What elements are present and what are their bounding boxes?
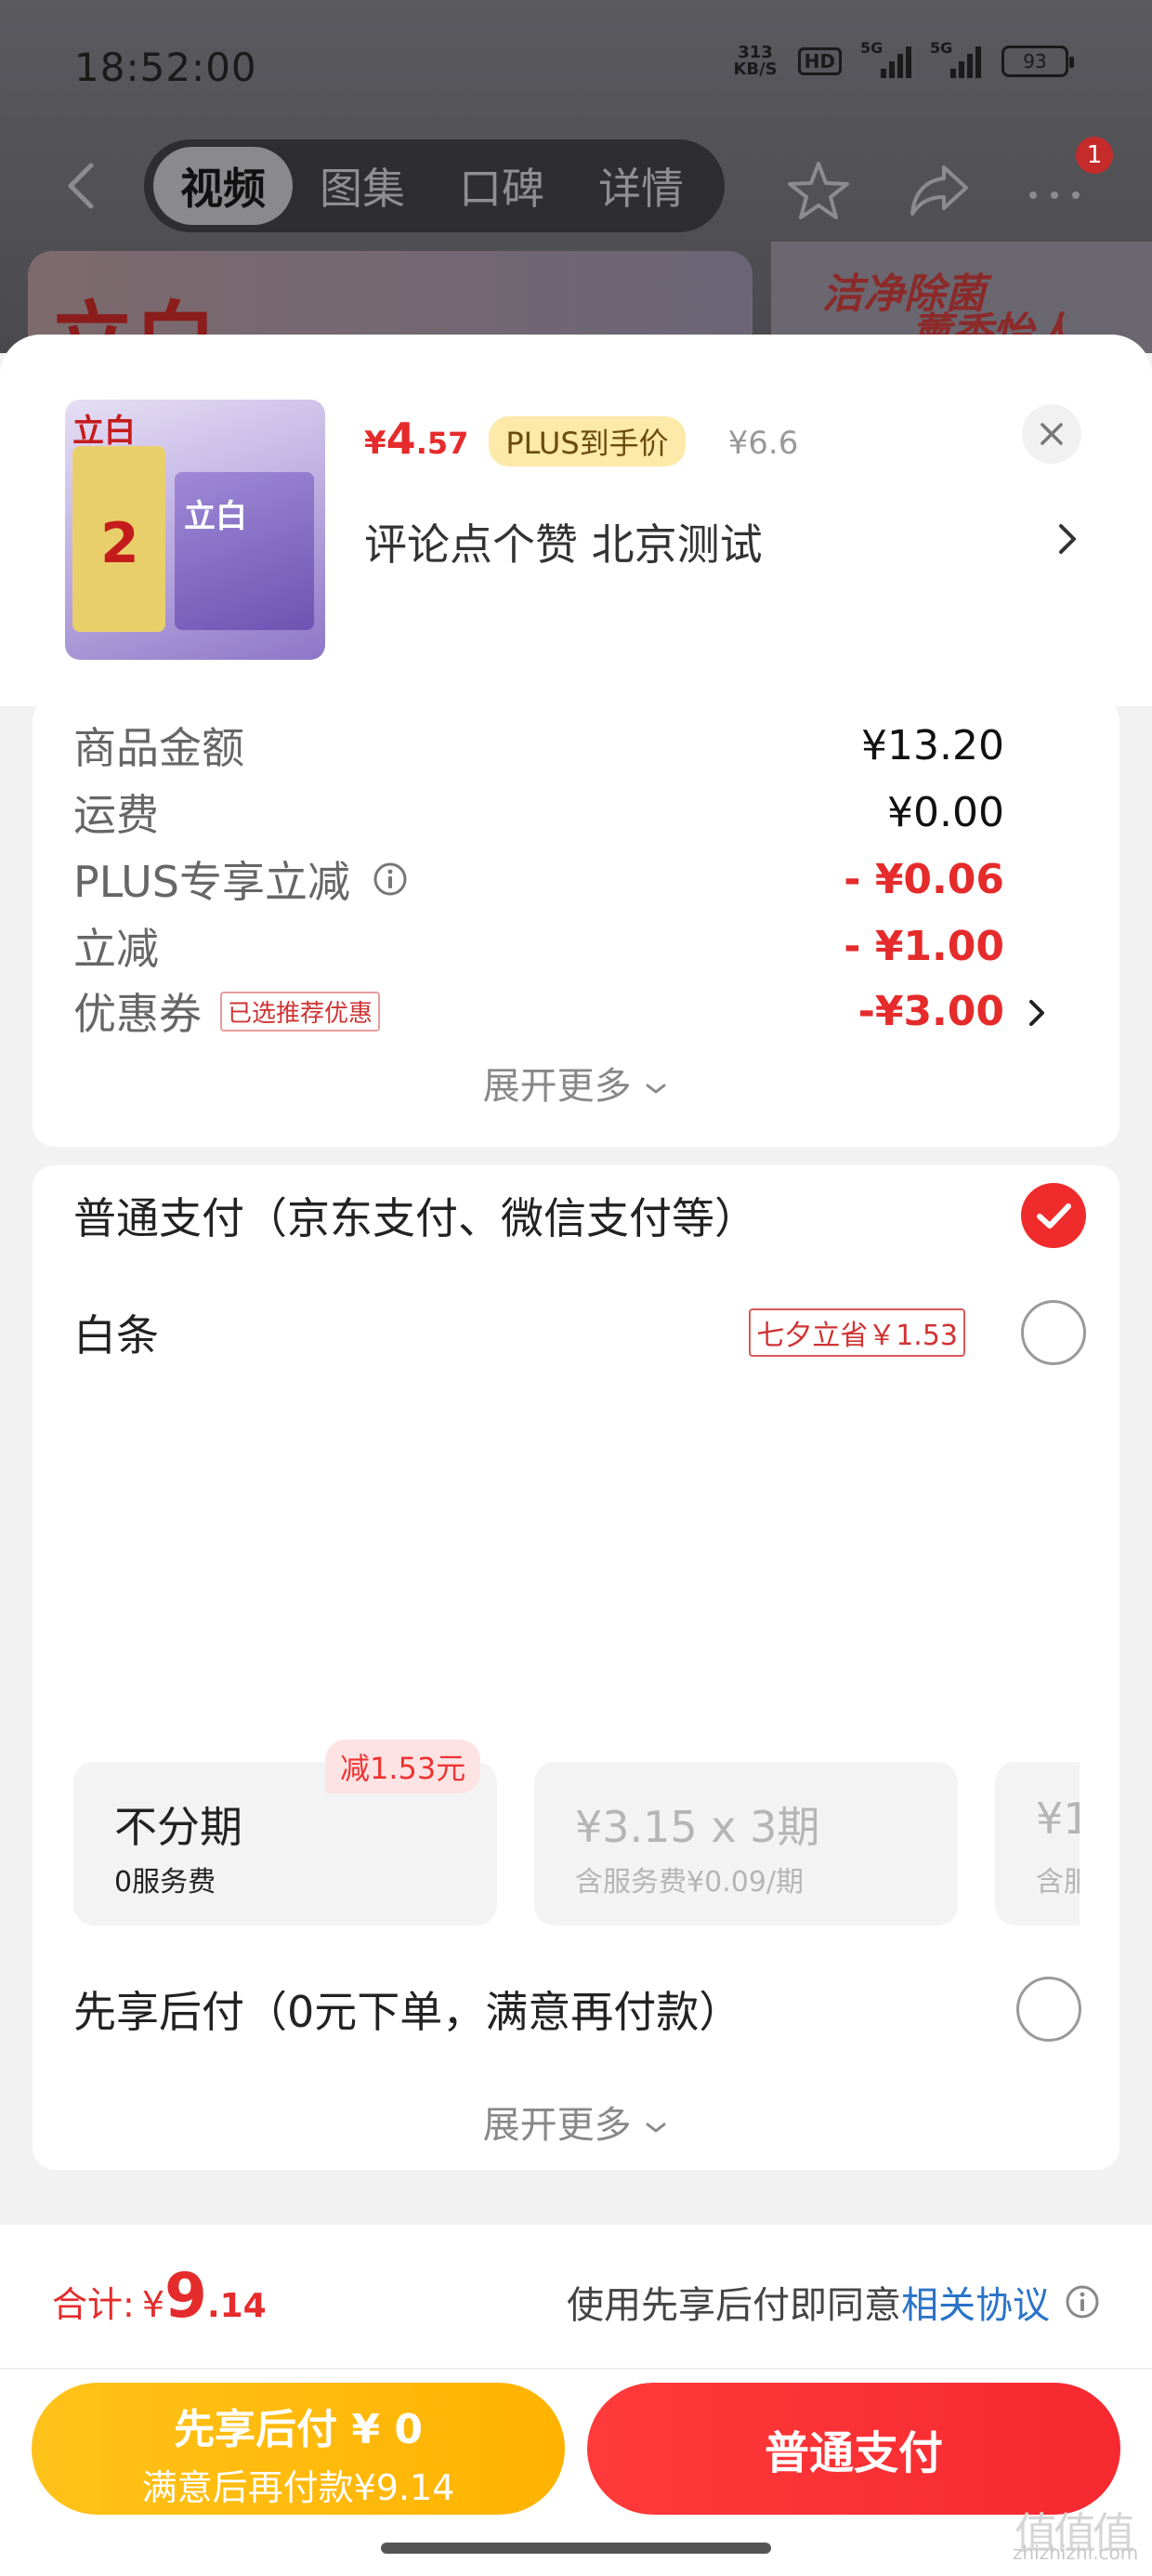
product-tabs: 视频 图集 口碑 详情 xyxy=(144,139,725,232)
amount-card: 商品金额 ¥13.20 运费 ¥0.00 PLUS专享立减 - ¥0.06 立减… xyxy=(33,699,1119,1147)
agreement-link[interactable]: 相关协议 xyxy=(901,2275,1050,2329)
checkout-footer: 合计: ¥9.14 使用先享后付即同意 相关协议 先享后付 ¥ 0 满意后再付款… xyxy=(0,2225,1152,2576)
tab-reviews[interactable]: 口碑 xyxy=(432,147,571,225)
status-bar: 18:52:00 313 KB/S HD 5G 5G 93 xyxy=(0,0,1152,139)
original-price: ¥6.6 xyxy=(727,425,799,462)
pay-option-normal[interactable]: 普通支付（京东支付、微信支付等） xyxy=(73,1182,1086,1249)
installment-list: 不分期 0服务费 ¥3.15 x 3期 含服务费¥0.09/期 ¥1 含服 xyxy=(73,1762,1080,1929)
chevron-down-icon xyxy=(646,1084,666,1094)
check-icon xyxy=(1037,1203,1071,1229)
normal-pay-button[interactable]: 普通支付 xyxy=(587,2383,1120,2515)
installment-3[interactable]: ¥3.15 x 3期 含服务费¥0.09/期 xyxy=(534,1762,958,1925)
radio-normal-checked[interactable] xyxy=(1021,1183,1086,1248)
total-amount: 合计: ¥9.14 xyxy=(52,2260,267,2332)
chevron-down-icon xyxy=(646,2123,666,2133)
product-header: 立白 2 立白 ¥4.57 PLUS到手价 ¥6.6 评论点个赞 北京测试 xyxy=(0,335,1152,706)
product-image: 立白 2 立白 xyxy=(65,400,325,660)
status-time: 18:52:00 xyxy=(74,45,257,90)
star-icon[interactable] xyxy=(786,158,851,223)
pay-option-later[interactable]: 先享后付（0元下单，满意再付款） xyxy=(73,1976,1081,2043)
signal-icon-2: 5G xyxy=(930,39,981,78)
radio-baitiao[interactable] xyxy=(1021,1300,1086,1365)
expand-more-amounts[interactable]: 展开更多 xyxy=(33,1056,1119,1110)
home-indicator[interactable] xyxy=(381,2543,771,2554)
hd-icon: HD xyxy=(797,47,842,75)
spec-selector[interactable]: 评论点个赞 北京测试 xyxy=(364,511,1089,570)
price-row: ¥4.57 PLUS到手价 ¥6.6 xyxy=(364,414,798,467)
pay-option-baitiao[interactable]: 白条 七夕立省￥1.53 xyxy=(73,1299,1086,1366)
amount-row-coupon[interactable]: 优惠券 已选推荐优惠 -¥3.00 xyxy=(73,983,1086,1039)
tab-video[interactable]: 视频 xyxy=(153,147,293,225)
info-icon[interactable] xyxy=(373,861,408,897)
chevron-right-icon xyxy=(1029,1000,1044,1026)
watermark-url: zhizhizhi.com xyxy=(1013,2542,1139,2564)
back-arrow-icon[interactable] xyxy=(56,158,111,214)
close-button[interactable] xyxy=(1022,404,1081,464)
tab-gallery[interactable]: 图集 xyxy=(293,147,432,225)
agreement-notice: 使用先享后付即同意 相关协议 xyxy=(567,2275,1100,2329)
share-icon[interactable] xyxy=(907,158,972,223)
more-icon[interactable] xyxy=(1022,158,1087,223)
reduce-badge: 减1.53元 xyxy=(325,1740,481,1794)
expand-more-payment[interactable]: 展开更多 xyxy=(0,2095,1152,2149)
current-price: ¥4.57 xyxy=(364,414,469,464)
amount-row-plus-discount: PLUS专享立减 - ¥0.06 xyxy=(73,855,1004,908)
amount-row-goods: 商品金额 ¥13.20 xyxy=(73,721,1004,774)
spec-text: 评论点个赞 北京测试 xyxy=(364,519,763,570)
net-speed: 313 KB/S xyxy=(733,43,778,79)
signal-icon: 5G xyxy=(860,39,911,78)
close-icon xyxy=(1041,423,1063,445)
battery-icon: 93 xyxy=(1001,46,1074,77)
pay-later-button[interactable]: 先享后付 ¥ 0 满意后再付款¥9.14 xyxy=(32,2383,565,2515)
coupon-recommended-tag: 已选推荐优惠 xyxy=(220,991,381,1032)
plus-price-badge: PLUS到手价 xyxy=(489,416,686,467)
tab-details[interactable]: 详情 xyxy=(571,147,711,225)
installment-more[interactable]: ¥1 含服 xyxy=(995,1762,1080,1925)
radio-later[interactable] xyxy=(1016,1977,1081,2042)
product-navbar: 视频 图集 口碑 详情 1 xyxy=(0,137,1152,232)
baitiao-promo-tag: 七夕立省￥1.53 xyxy=(749,1308,965,1357)
chevron-right-icon xyxy=(1059,524,1076,554)
amount-row-shipping: 运费 ¥0.00 xyxy=(73,788,1004,841)
info-icon[interactable] xyxy=(1065,2284,1100,2320)
notification-badge: 1 xyxy=(1076,137,1113,174)
amount-row-instant-discount: 立减 - ¥1.00 xyxy=(73,922,1004,975)
